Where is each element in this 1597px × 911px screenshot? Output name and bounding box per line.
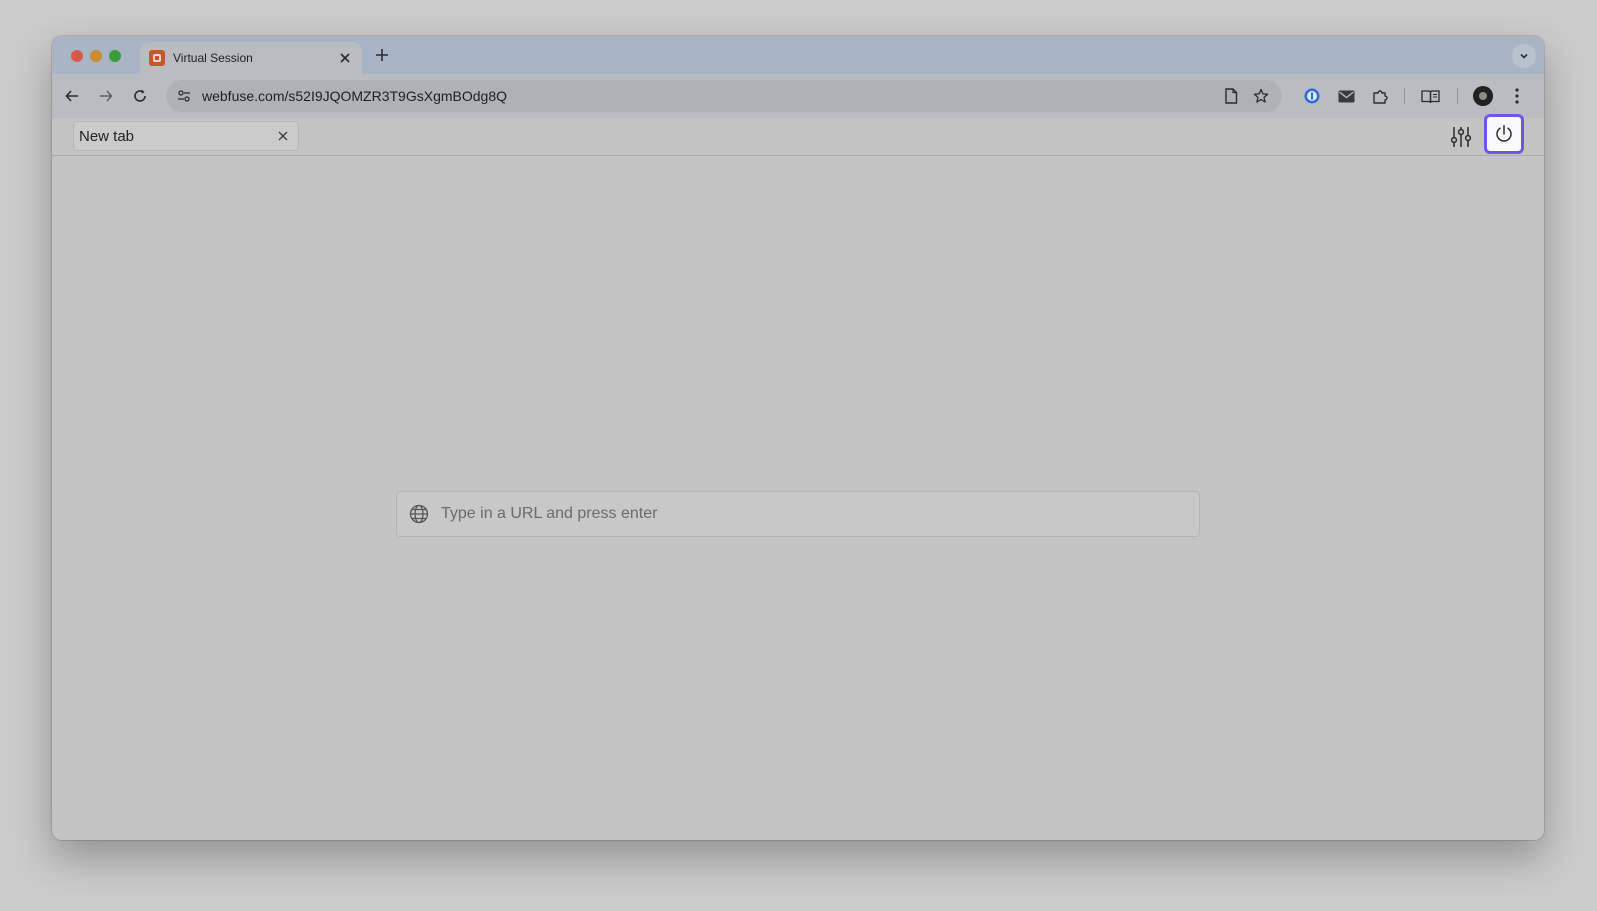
minimize-window-button[interactable] (90, 50, 102, 62)
browser-toolbar: webfuse.com/s52I9JQOMZR3T9GsXgmBOdg8Q (52, 74, 1544, 118)
session-content (52, 156, 1544, 840)
end-session-button[interactable] (1484, 114, 1524, 154)
chevron-down-icon (1520, 53, 1528, 59)
tune-icon[interactable] (176, 88, 192, 104)
new-tab-button[interactable] (370, 44, 394, 68)
close-icon[interactable] (275, 127, 291, 145)
session-tab[interactable]: New tab (73, 121, 299, 151)
session-tab-bar: New tab (52, 114, 1544, 156)
star-icon[interactable] (1252, 87, 1270, 105)
sliders-icon (1451, 127, 1471, 147)
url-input[interactable] (441, 492, 1181, 536)
reading-mode-icon[interactable] (1419, 85, 1441, 107)
session-tab-label: New tab (79, 128, 135, 145)
power-icon (1496, 124, 1512, 142)
password-manager-icon[interactable] (1301, 85, 1323, 107)
toolbar-divider (1404, 88, 1405, 104)
title-bar: Virtual Session (52, 36, 1544, 74)
maximize-window-button[interactable] (109, 50, 121, 62)
puzzle-icon[interactable] (1369, 85, 1391, 107)
close-window-button[interactable] (71, 50, 83, 62)
back-button[interactable] (60, 84, 84, 108)
more-vertical-icon (1515, 88, 1519, 104)
reload-button[interactable] (128, 84, 152, 108)
address-bar-url: webfuse.com/s52I9JQOMZR3T9GsXgmBOdg8Q (202, 88, 507, 104)
browser-menu-button[interactable] (1506, 85, 1528, 107)
browser-tab-title: Virtual Session (173, 51, 253, 65)
reload-icon (134, 89, 146, 102)
plus-icon (376, 49, 388, 61)
document-icon[interactable] (1222, 87, 1240, 105)
profile-button[interactable] (1472, 85, 1494, 107)
forward-button[interactable] (94, 84, 118, 108)
arrow-left-icon (65, 90, 78, 102)
arrow-right-icon (100, 90, 113, 102)
globe-icon (409, 504, 429, 524)
settings-button[interactable] (1448, 124, 1474, 150)
tab-close-icon[interactable] (337, 51, 353, 66)
url-entry-bar[interactable] (396, 491, 1200, 537)
app-favicon-icon (149, 50, 165, 66)
toolbar-divider (1457, 88, 1458, 104)
avatar-icon (1473, 86, 1493, 106)
address-bar[interactable]: webfuse.com/s52I9JQOMZR3T9GsXgmBOdg8Q (166, 80, 1282, 112)
browser-tab[interactable]: Virtual Session (140, 42, 362, 74)
tab-search-button[interactable] (1512, 44, 1536, 68)
mail-icon[interactable] (1335, 85, 1357, 107)
browser-window: Virtual Session webfuse.com/s52I9JQOMZR3… (52, 36, 1544, 840)
